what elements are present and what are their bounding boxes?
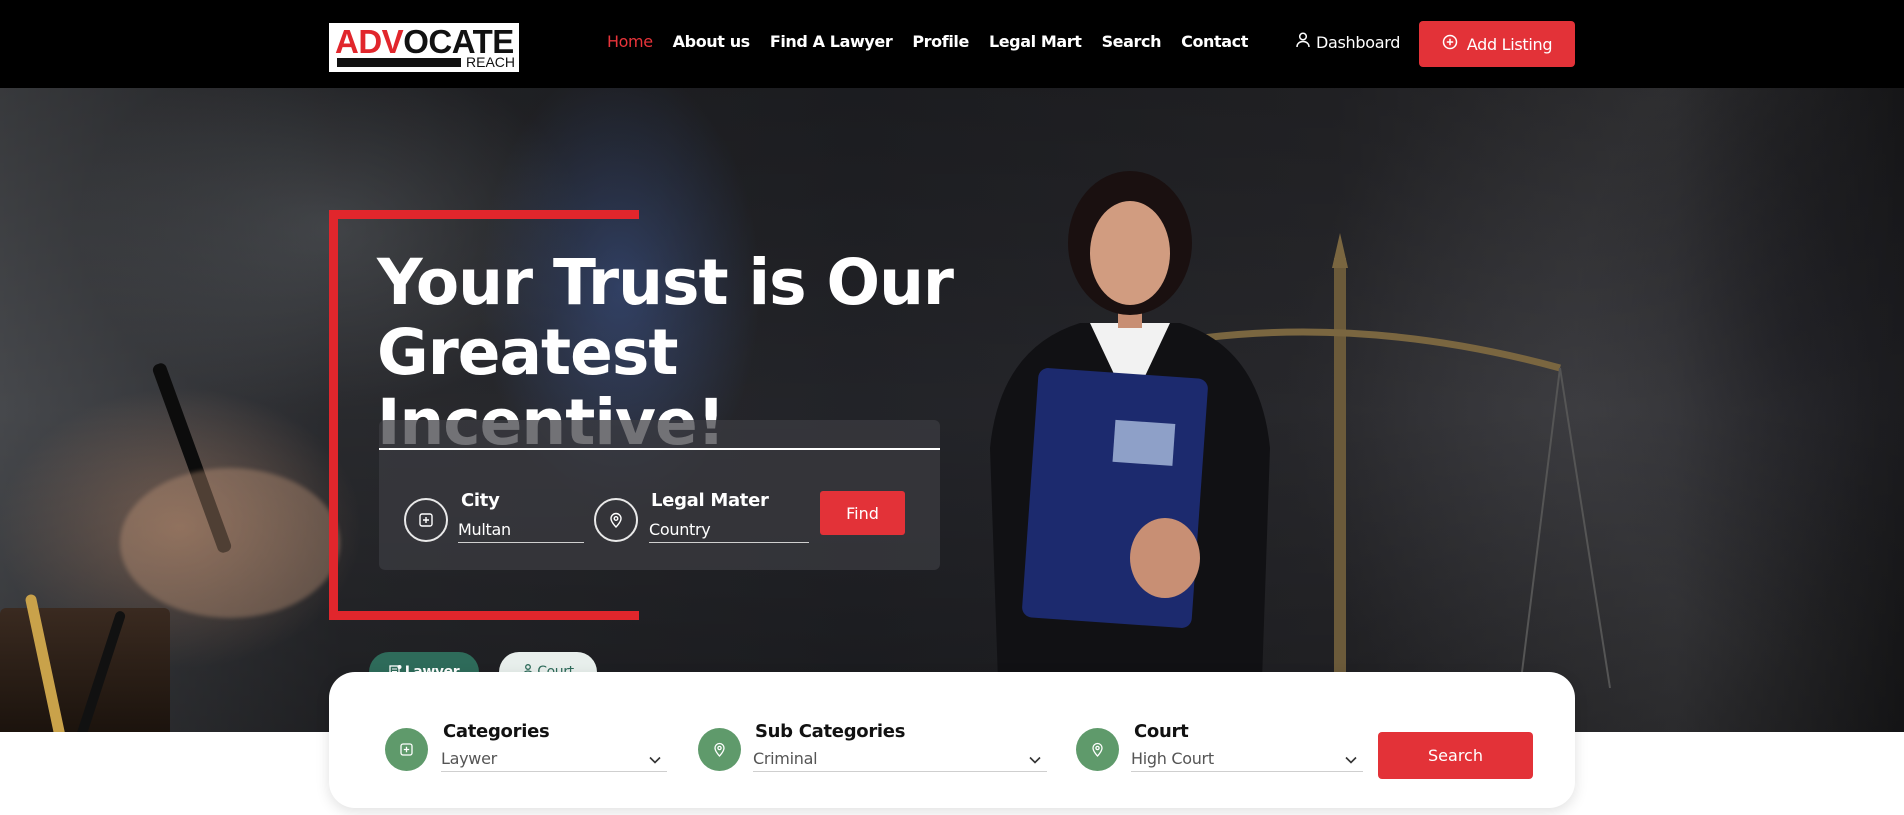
hero-frame-left — [329, 210, 338, 620]
nav-item-home[interactable]: Home — [607, 32, 653, 51]
hero-search-box: City Multan Legal Mater Country Find — [379, 420, 940, 570]
city-input[interactable]: Multan — [458, 520, 584, 543]
logo-text-red: ADV — [335, 23, 404, 60]
hero-frame-top — [329, 210, 639, 219]
nav-item-search[interactable]: Search — [1102, 32, 1162, 51]
dashboard-link[interactable]: Dashboard — [1296, 32, 1400, 52]
nav-item-find-a-lawyer[interactable]: Find A Lawyer — [770, 32, 893, 51]
city-field-icon — [404, 498, 448, 542]
location-pin-icon — [698, 728, 741, 771]
add-listing-label: Add Listing — [1466, 34, 1553, 54]
user-icon — [1296, 32, 1310, 52]
sub-categories-label: Sub Categories — [755, 721, 906, 742]
nav-item-about-us[interactable]: About us — [673, 32, 751, 51]
search-button[interactable]: Search — [1378, 732, 1533, 779]
court-label: Court — [1134, 721, 1189, 742]
find-button[interactable]: Find — [820, 491, 905, 535]
logo-subtext: REACH — [466, 54, 516, 70]
chevron-down-icon — [649, 749, 661, 768]
court-value: High Court — [1131, 749, 1214, 768]
filter-card: Categories Laywer Sub Categories Crimina… — [329, 672, 1575, 808]
categories-value: Laywer — [441, 749, 497, 768]
nav-item-contact[interactable]: Contact — [1181, 32, 1248, 51]
chevron-down-icon — [1029, 749, 1041, 768]
logo-bar — [337, 58, 461, 67]
nav-item-legal-mart[interactable]: Legal Mart — [989, 32, 1082, 51]
city-label: City — [461, 490, 500, 511]
plus-circle-icon — [1442, 34, 1458, 54]
add-listing-button[interactable]: Add Listing — [1419, 21, 1575, 67]
legal-matter-input[interactable]: Country — [649, 520, 809, 543]
sub-categories-select[interactable]: Criminal — [753, 746, 1047, 772]
dashboard-label: Dashboard — [1316, 32, 1401, 52]
categories-label: Categories — [443, 721, 550, 742]
court-select[interactable]: High Court — [1131, 746, 1363, 772]
location-pin-icon — [1076, 728, 1119, 771]
lawyer-woman-image — [990, 171, 1270, 732]
search-box-divider — [379, 448, 940, 450]
location-pin-icon — [594, 498, 638, 542]
nav-item-profile[interactable]: Profile — [912, 32, 969, 51]
sub-categories-value: Criminal — [753, 749, 818, 768]
categories-select[interactable]: Laywer — [441, 746, 667, 772]
headline-line-1: Your Trust is Our — [377, 246, 954, 319]
categories-icon — [385, 728, 428, 771]
hand-image — [120, 468, 340, 618]
chevron-down-icon — [1345, 749, 1357, 768]
main-nav: Home About us Find A Lawyer Profile Lega… — [607, 32, 1268, 51]
hero-frame-bottom — [329, 611, 639, 620]
site-logo[interactable]: ADVOCATE REACH — [328, 22, 520, 73]
legal-matter-label: Legal Mater — [651, 490, 769, 511]
hero-section: Your Trust is Our Greatest Incentive! Ci… — [0, 88, 1904, 732]
site-header: ADVOCATE REACH Home About us Find A Lawy… — [0, 0, 1904, 88]
